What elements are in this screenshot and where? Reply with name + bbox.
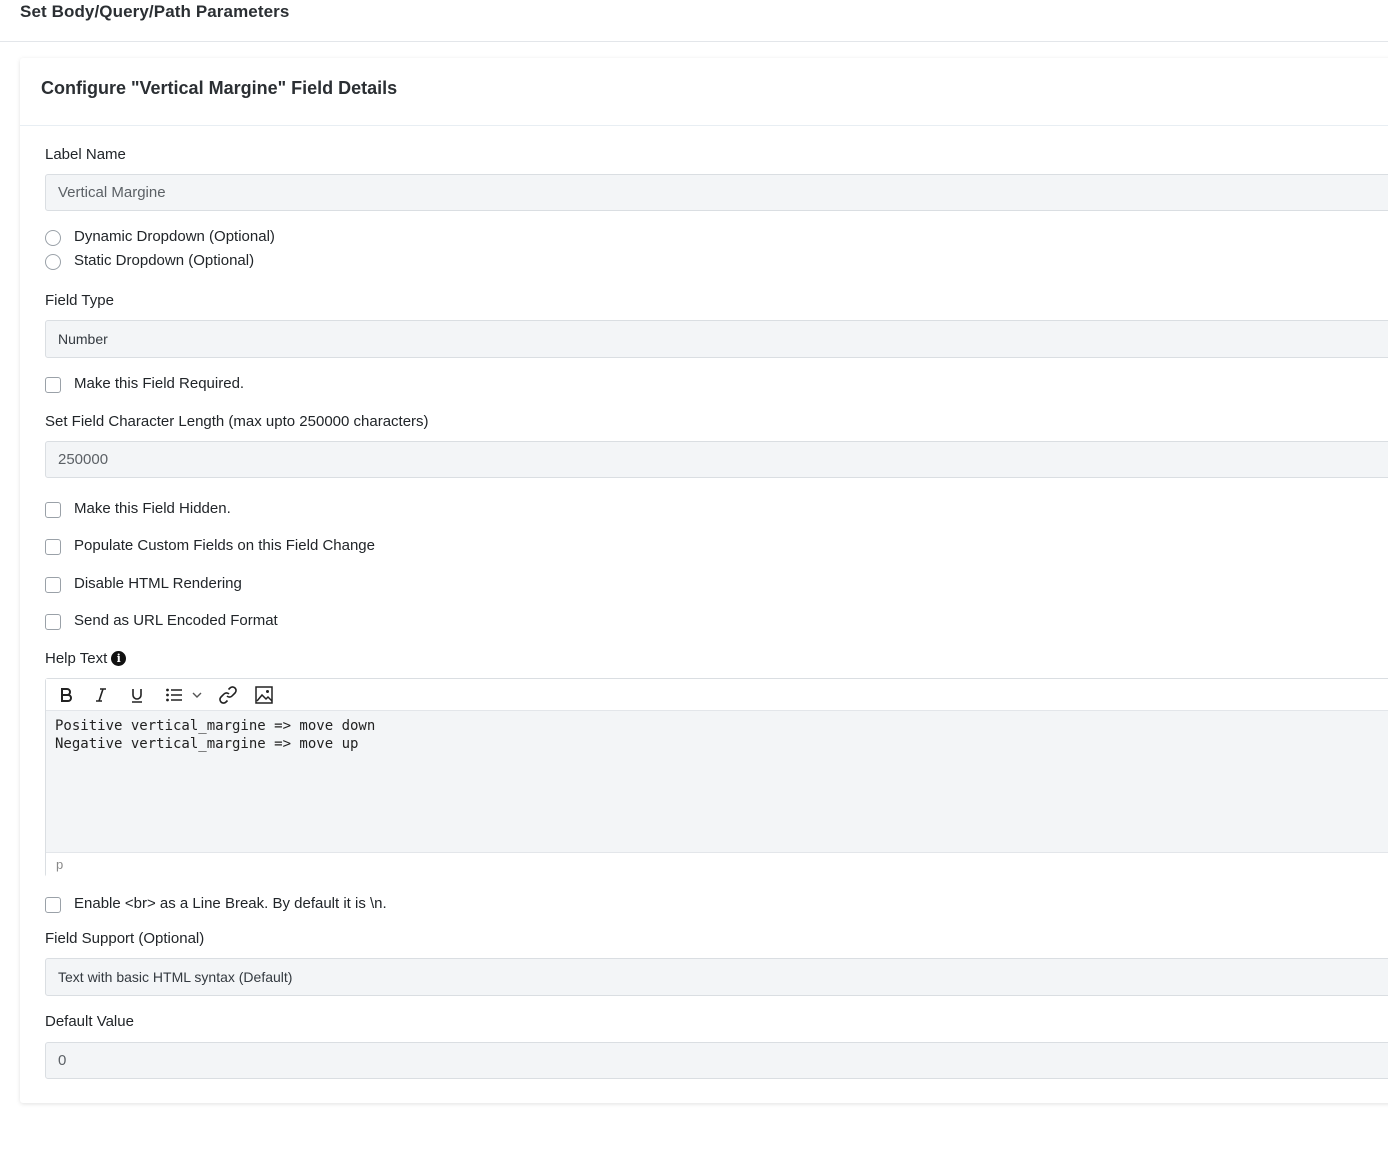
default-value-input[interactable]: 0	[45, 1042, 1388, 1079]
editor-content[interactable]: Positive vertical_margine => move down N…	[46, 711, 1388, 852]
info-icon[interactable]: i	[111, 651, 127, 666]
char-length-label: Set Field Character Length (max upto 250…	[45, 413, 429, 430]
hidden-label: Make this Field Hidden.	[74, 500, 231, 517]
italic-icon[interactable]	[89, 683, 113, 707]
static-dropdown-radio[interactable]	[45, 254, 61, 270]
char-length-input[interactable]: 250000	[45, 441, 1388, 478]
card-title: Configure "Vertical Margine" Field Detai…	[41, 78, 398, 98]
populate-checkbox[interactable]	[45, 539, 61, 555]
required-label: Make this Field Required.	[74, 375, 245, 392]
page-header: Set Body/Query/Path Parameters	[0, 0, 1388, 42]
field-type-select[interactable]: Number	[45, 320, 1388, 358]
editor-statusbar: p	[46, 852, 1388, 877]
bold-icon[interactable]	[54, 683, 78, 707]
label-name-label: Label Name	[45, 146, 126, 163]
line-break-checkbox[interactable]	[45, 897, 61, 913]
hidden-checkbox[interactable]	[45, 502, 61, 518]
url-encoded-checkbox[interactable]	[45, 614, 61, 630]
help-text-label-row: Help Text i	[45, 650, 127, 667]
field-type-label: Field Type	[45, 292, 114, 309]
label-name-input[interactable]: Vertical Margine	[45, 174, 1388, 211]
disable-html-label: Disable HTML Rendering	[74, 575, 242, 592]
disable-html-checkbox[interactable]	[45, 577, 61, 593]
field-support-label: Field Support (Optional)	[45, 930, 205, 947]
field-details-card: Configure "Vertical Margine" Field Detai…	[20, 58, 1388, 1103]
help-line: Negative vertical_margine => move up	[55, 736, 359, 752]
help-text-editor: Positive vertical_margine => move down N…	[45, 678, 1388, 877]
line-break-label: Enable <br> as a Line Break. By default …	[74, 895, 387, 912]
underline-icon[interactable]	[125, 683, 149, 707]
dynamic-dropdown-label: Dynamic Dropdown (Optional)	[74, 228, 275, 245]
element-path[interactable]: p	[56, 857, 63, 872]
link-icon[interactable]	[216, 683, 240, 707]
field-support-select[interactable]: Text with basic HTML syntax (Default)	[45, 958, 1388, 996]
field-support-value: Text with basic HTML syntax (Default)	[58, 969, 293, 985]
default-value-label: Default Value	[45, 1013, 134, 1030]
populate-label: Populate Custom Fields on this Field Cha…	[74, 537, 375, 554]
editor-toolbar	[46, 679, 1388, 711]
help-line: Positive vertical_margine => move down	[55, 718, 376, 734]
url-encoded-label: Send as URL Encoded Format	[74, 612, 278, 629]
required-checkbox[interactable]	[45, 377, 61, 393]
image-icon[interactable]	[252, 683, 276, 707]
field-type-value: Number	[58, 331, 108, 347]
dynamic-dropdown-radio[interactable]	[45, 230, 61, 246]
help-text-label: Help Text	[45, 650, 108, 667]
chevron-down-icon[interactable]	[189, 683, 205, 707]
static-dropdown-label: Static Dropdown (Optional)	[74, 252, 255, 269]
card-header: Configure "Vertical Margine" Field Detai…	[20, 58, 1388, 126]
page-title: Set Body/Query/Path Parameters	[20, 2, 290, 21]
bullet-list-icon[interactable]	[162, 683, 186, 707]
